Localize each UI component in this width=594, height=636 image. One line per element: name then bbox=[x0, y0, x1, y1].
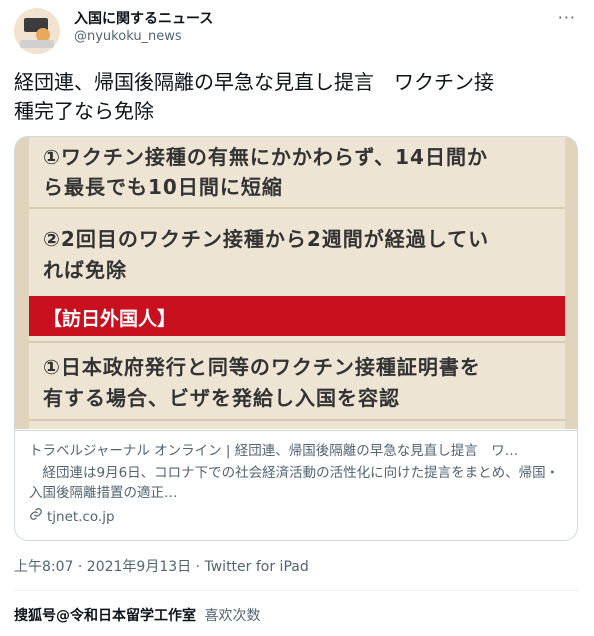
image-frame-right bbox=[565, 137, 577, 429]
tweet-text-line: 種完了なら免除 bbox=[14, 99, 154, 123]
tweet-text-line: 経団連、帰国後隔離の早急な見直し提言 ワクチン接 bbox=[14, 70, 494, 94]
tweet-header: 入国に関するニュース @nyukoku_news ··· bbox=[0, 0, 594, 56]
image-text-line: ①ワクチン接種の有無にかかわらず、14日間か bbox=[43, 145, 488, 169]
section-label: 【訪日外国人】 bbox=[43, 308, 177, 330]
image-text-line: れば免除 bbox=[43, 258, 127, 282]
section-band: 【訪日外国人】 bbox=[29, 296, 565, 336]
card-description: 経団連は9月6日、コロナ下での社会経済活動の活性化に向けた提言をまとめ、帰国・入… bbox=[29, 465, 560, 501]
avatar[interactable] bbox=[14, 8, 60, 54]
separator bbox=[14, 590, 580, 591]
image-divider bbox=[29, 341, 565, 343]
image-text-line: 有する場合、ビザを発給し入国を容認 bbox=[43, 386, 400, 410]
card-title: トラベルジャーナル オンライン | 経団連、帰国後隔離の早急な見直し提言 ワ… bbox=[29, 443, 519, 459]
likes-label[interactable]: 喜欢次数 bbox=[204, 608, 260, 624]
tweet-timestamp[interactable]: 上午8:07 · 2021年9月13日 · Twitter for iPad bbox=[14, 556, 309, 576]
link-icon bbox=[29, 507, 43, 527]
tweet-text: 経団連、帰国後隔離の早急な見直し提言 ワクチン接 種完了なら免除 bbox=[14, 68, 574, 126]
avatar-desk bbox=[20, 40, 54, 48]
image-divider bbox=[29, 207, 565, 209]
image-text-line: ②2回目のワクチン接種から2週間が経過してい bbox=[43, 227, 490, 251]
card-domain: tjnet.co.jp bbox=[29, 507, 565, 527]
account-name[interactable]: 入国に関するニュース bbox=[74, 8, 213, 28]
more-icon[interactable]: ··· bbox=[558, 8, 576, 27]
image-divider bbox=[29, 419, 565, 421]
watermark: 搜狐号@令和日本留学工作室 bbox=[14, 608, 196, 624]
account-handle[interactable]: @nyukoku_news bbox=[74, 29, 182, 44]
image-text-line: ら最長でも10日間に短縮 bbox=[43, 175, 283, 199]
image-frame-left bbox=[15, 137, 29, 429]
image-text-line: ①日本政府発行と同等のワクチン接種証明書を bbox=[43, 355, 481, 379]
footer: 搜狐号@令和日本留学工作室 喜欢次数 bbox=[14, 605, 260, 625]
card-meta: トラベルジャーナル オンライン | 経団連、帰国後隔離の早急な見直し提言 ワ… … bbox=[15, 430, 577, 537]
link-card[interactable]: ①ワクチン接種の有無にかかわらず、14日間か ら最長でも10日間に短縮 ②2回目… bbox=[14, 136, 578, 541]
card-domain-text: tjnet.co.jp bbox=[47, 509, 115, 525]
card-image: ①ワクチン接種の有無にかかわらず、14日間か ら最長でも10日間に短縮 ②2回目… bbox=[15, 137, 577, 429]
